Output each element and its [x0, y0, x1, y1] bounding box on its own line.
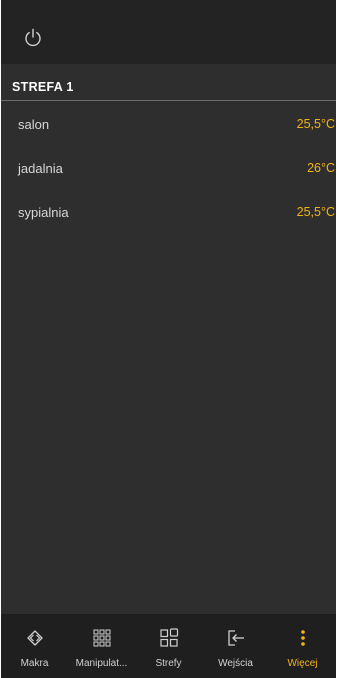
macro-diamond-icon: [26, 630, 43, 646]
zones-grid-icon: [159, 628, 178, 647]
room-row-sypialnia[interactable]: sypialnia 25,5°C: [1, 189, 336, 233]
nav-item-manipulatory[interactable]: Manipulat...: [68, 614, 135, 678]
room-temperature: 25,5°C: [296, 205, 335, 219]
nav-label: Makra: [20, 658, 49, 669]
nav-item-wejscia[interactable]: Wejścia: [202, 614, 269, 678]
top-bar: [1, 0, 336, 64]
room-list: salon 25,5°C jadalnia 26°C sypialnia 25,…: [1, 101, 336, 233]
input-enter-icon: [227, 630, 244, 646]
zone-title: STREFA 1: [12, 80, 74, 94]
nav-item-strefy[interactable]: Strefy: [135, 614, 202, 678]
room-row-salon[interactable]: salon 25,5°C: [1, 101, 336, 145]
more-vertical-icon: [300, 630, 305, 646]
zone-header: STREFA 1: [1, 75, 336, 101]
nav-label: Manipulat...: [75, 658, 128, 669]
room-row-jadalnia[interactable]: jadalnia 26°C: [1, 145, 336, 189]
nav-item-makra[interactable]: Makra: [1, 614, 68, 678]
nav-label: Strefy: [155, 658, 182, 669]
app-screen: STREFA 1 salon 25,5°C jadalnia 26°C sypi…: [1, 0, 336, 678]
power-icon: [25, 28, 41, 47]
room-temperature: 26°C: [307, 161, 335, 175]
bottom-navigation: Makra Manipulat... Strefy Wejścia Więcej: [1, 614, 336, 678]
room-name: sypialnia: [18, 205, 69, 220]
grid-nine-icon: [93, 629, 110, 647]
power-button[interactable]: [23, 28, 43, 48]
nav-item-wiecej[interactable]: Więcej: [269, 614, 336, 678]
nav-label: Więcej: [287, 658, 318, 669]
room-temperature: 25,5°C: [296, 117, 335, 131]
nav-label: Wejścia: [218, 658, 253, 669]
room-name: jadalnia: [18, 161, 63, 176]
room-name: salon: [18, 117, 50, 132]
